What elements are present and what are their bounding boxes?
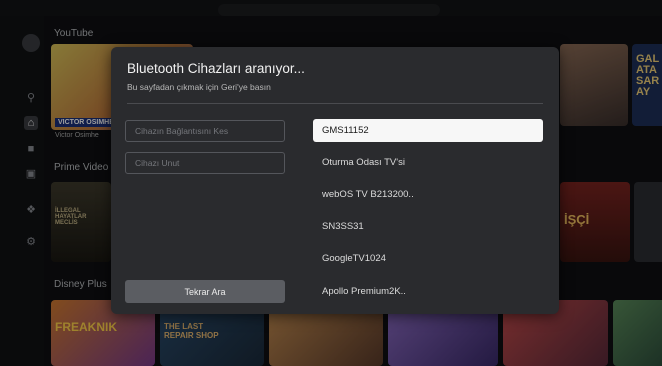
dialog-divider bbox=[127, 103, 543, 104]
device-item-apollo-premium[interactable]: Apollo Premium2K.. bbox=[313, 280, 543, 303]
search-again-button[interactable]: Tekrar Ara bbox=[125, 280, 285, 303]
bluetooth-dialog: Bluetooth Cihazları aranıyor... Bu sayfa… bbox=[111, 47, 559, 314]
device-item-googletv1024[interactable]: GoogleTV1024 bbox=[313, 247, 543, 270]
disconnect-device-button[interactable]: Cihazın Bağlantısını Kes bbox=[125, 120, 285, 142]
forget-device-button[interactable]: Cihazı Unut bbox=[125, 152, 285, 174]
device-item-webos-tv[interactable]: webOS TV B213200.. bbox=[313, 183, 543, 206]
device-item-sn3ss31[interactable]: SN3SS31 bbox=[313, 215, 543, 238]
device-item-gms11152[interactable]: GMS11152 bbox=[313, 119, 543, 142]
device-item-oturma-odasi-tv[interactable]: Oturma Odası TV'si bbox=[313, 151, 543, 174]
dialog-subtitle: Bu sayfadan çıkmak için Geri'ye basın bbox=[127, 82, 271, 92]
dialog-title: Bluetooth Cihazları aranıyor... bbox=[127, 61, 305, 76]
